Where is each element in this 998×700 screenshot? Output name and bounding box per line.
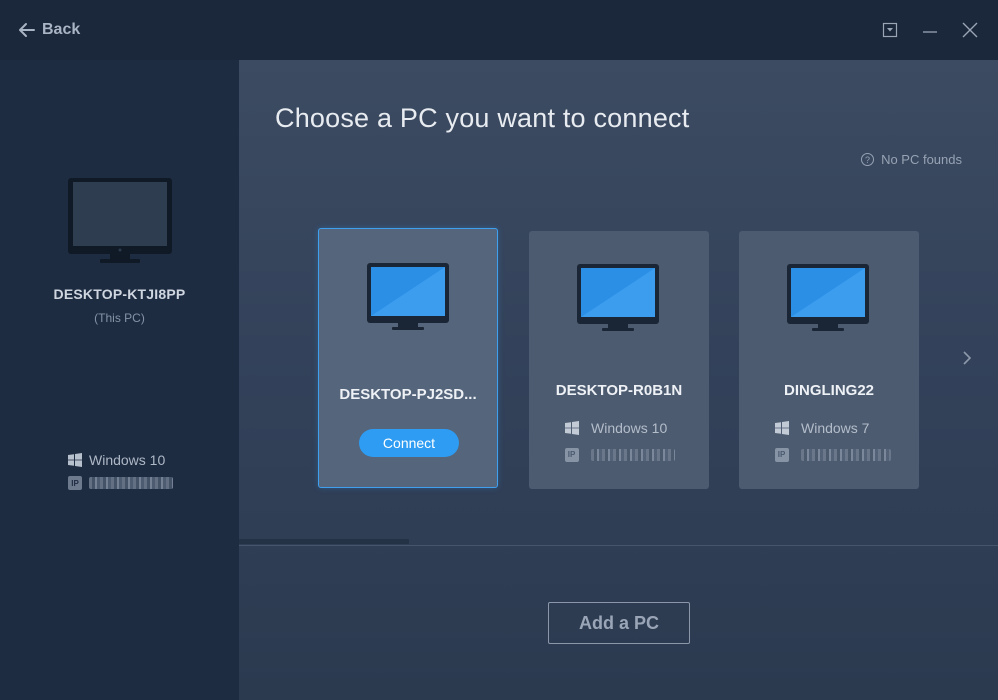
pc-monitor-icon bbox=[786, 263, 870, 338]
title-bar: Back bbox=[0, 0, 998, 60]
connect-button[interactable]: Connect bbox=[359, 429, 459, 457]
ip-icon: IP bbox=[774, 447, 789, 462]
pc-card-selected[interactable]: DESKTOP-PJ2SD... Connect bbox=[318, 228, 498, 488]
next-page-button[interactable] bbox=[959, 348, 975, 368]
help-icon: ? bbox=[861, 153, 875, 166]
minimize-icon bbox=[923, 31, 937, 33]
main-panel: Choose a PC you want to connect ? No PC … bbox=[239, 60, 998, 700]
this-pc-subtitle: (This PC) bbox=[94, 311, 145, 325]
back-button[interactable]: Back bbox=[18, 18, 80, 42]
this-pc-name: DESKTOP-KTJI8PP bbox=[53, 286, 186, 302]
dropdown-icon bbox=[882, 22, 898, 38]
this-pc-os: Windows 10 bbox=[89, 452, 166, 468]
windows-icon bbox=[68, 453, 82, 467]
this-pc-monitor-icon bbox=[67, 177, 173, 270]
this-pc-ip-row: IP bbox=[68, 476, 173, 490]
pc-card-name: DESKTOP-PJ2SD... bbox=[339, 386, 477, 403]
no-pc-found-link[interactable]: ? No PC founds bbox=[861, 152, 962, 167]
divider bbox=[239, 545, 998, 546]
pc-card[interactable]: DINGLING22 Windows 7 IP bbox=[739, 231, 919, 489]
add-pc-button[interactable]: Add a PC bbox=[548, 602, 690, 644]
chevron-right-icon bbox=[963, 351, 972, 365]
pc-card-ip-redacted bbox=[801, 448, 891, 461]
pc-monitor-icon bbox=[366, 262, 450, 337]
no-pc-found-label: No PC founds bbox=[881, 152, 962, 167]
close-button[interactable] bbox=[958, 18, 982, 42]
ip-icon: IP bbox=[68, 476, 82, 490]
pc-card[interactable]: DESKTOP-R0B1N Windows 10 IP bbox=[529, 231, 709, 489]
this-pc-panel: DESKTOP-KTJI8PP (This PC) Windows 10 IP bbox=[0, 60, 239, 700]
pc-monitor-icon bbox=[576, 263, 660, 338]
pc-card-os: Windows 10 bbox=[591, 420, 668, 436]
back-arrow-icon bbox=[19, 23, 35, 37]
ip-icon: IP bbox=[564, 447, 579, 462]
back-label: Back bbox=[42, 21, 81, 38]
pc-card-name: DINGLING22 bbox=[783, 382, 874, 399]
pc-card-ip-redacted bbox=[591, 448, 675, 461]
this-pc-os-row: Windows 10 bbox=[68, 452, 165, 468]
pc-card-os-row: Windows 7 bbox=[774, 420, 869, 436]
minimize-button[interactable] bbox=[918, 18, 942, 42]
pc-card-ip-row: IP bbox=[774, 447, 891, 462]
page-title: Choose a PC you want to connect bbox=[275, 103, 690, 133]
pc-card-os-row: Windows 10 bbox=[564, 420, 667, 436]
scrollbar-thumb[interactable] bbox=[239, 539, 409, 544]
pc-card-ip-row: IP bbox=[564, 447, 675, 462]
windows-icon bbox=[564, 421, 579, 436]
this-pc-ip-redacted bbox=[89, 477, 173, 489]
dropdown-button[interactable] bbox=[878, 18, 902, 42]
windows-icon bbox=[774, 421, 789, 436]
pc-card-os: Windows 7 bbox=[801, 420, 870, 436]
close-icon bbox=[962, 22, 978, 38]
pc-card-name: DESKTOP-R0B1N bbox=[555, 382, 683, 399]
